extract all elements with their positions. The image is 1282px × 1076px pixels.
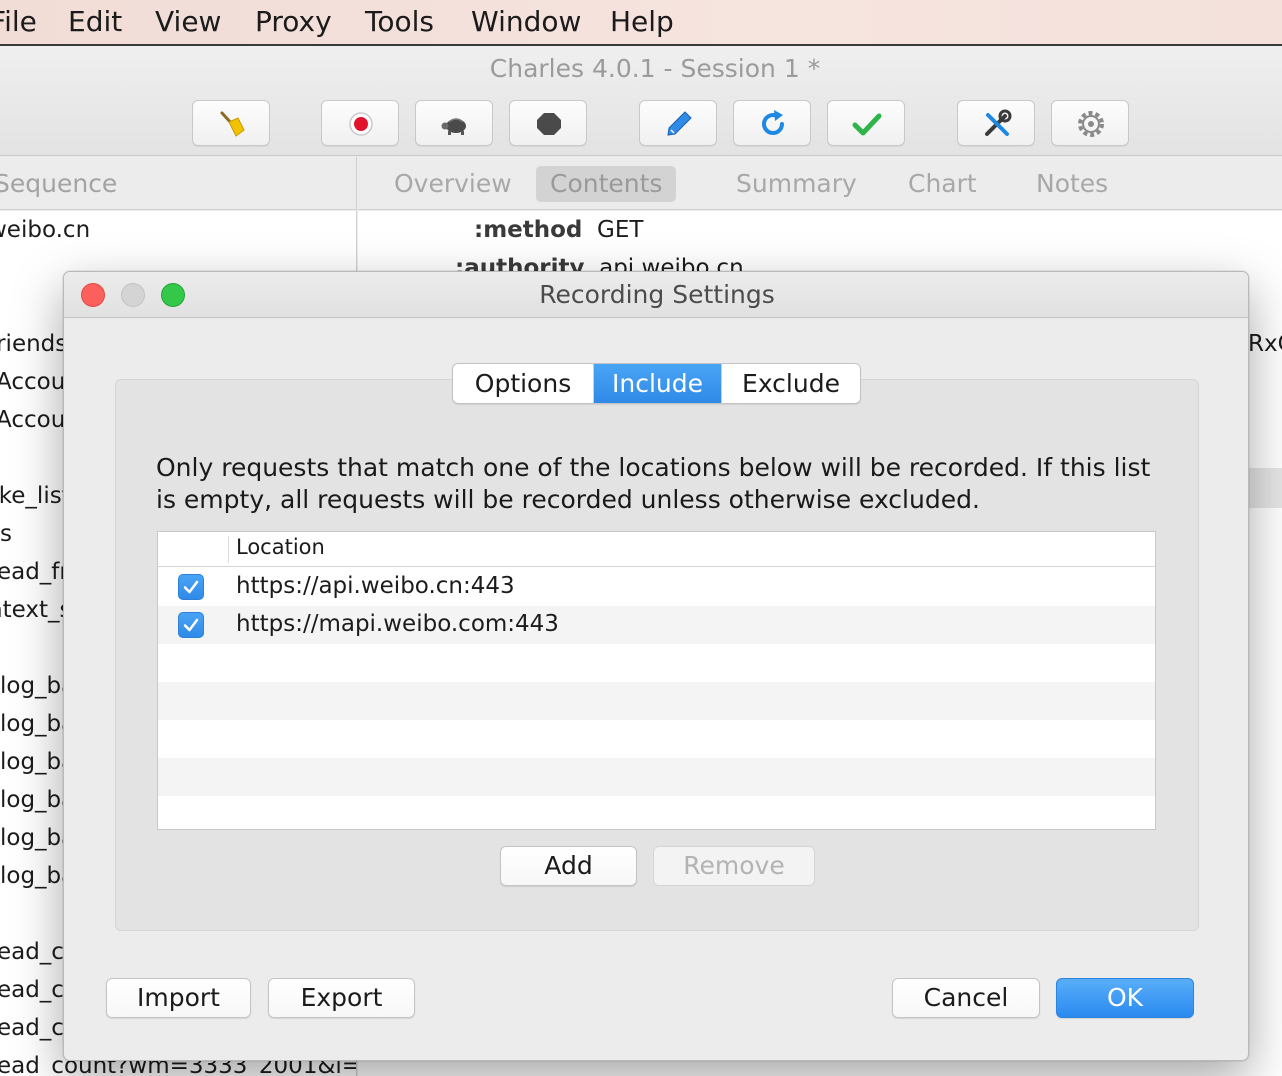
header-row: :method GET [474, 217, 643, 243]
export-button[interactable]: Export [268, 978, 415, 1018]
remove-button[interactable]: Remove [653, 846, 815, 886]
settings-tab-control: Options Include Exclude [452, 363, 861, 404]
locations-table[interactable]: Location https://api.weibo.cn:443 https:… [157, 531, 1156, 830]
tab-exclude[interactable]: Exclude [722, 364, 860, 403]
menu-proxy[interactable]: Proxy [255, 5, 332, 38]
column-divider [228, 536, 229, 563]
menu-help[interactable]: Help [610, 5, 674, 38]
clipped-right-text: RxC [1248, 331, 1282, 357]
list-item[interactable]: weibo.cn [0, 217, 90, 243]
settings-gear-icon [1078, 111, 1104, 137]
selected-row-highlight [1248, 468, 1282, 508]
validate-button[interactable] [827, 100, 905, 146]
dialog-title: Recording Settings [539, 280, 775, 309]
tools-button[interactable] [957, 100, 1035, 146]
checkmark-validate-icon [852, 113, 882, 136]
tab-chart[interactable]: Chart [894, 166, 991, 202]
tab-summary[interactable]: Summary [722, 166, 871, 202]
header-value: GET [597, 217, 644, 243]
breakpoints-button[interactable] [509, 100, 587, 146]
list-item[interactable]: s [0, 521, 12, 547]
settings-button[interactable] [1051, 100, 1129, 146]
menu-tools[interactable]: Tools [365, 5, 434, 38]
tab-overview[interactable]: Overview [380, 166, 526, 202]
enabled-checkbox[interactable] [178, 574, 204, 600]
table-row[interactable]: https://api.weibo.cn:443 [158, 568, 1155, 606]
turtle-throttle-icon [441, 118, 466, 135]
checkmark-icon [183, 618, 199, 632]
table-header: Location [158, 532, 1155, 567]
broom-icon [220, 111, 245, 137]
checkmark-icon [183, 580, 199, 594]
content-tabs-bar: Overview Contents Summary Chart Notes [358, 157, 1282, 210]
tab-options[interactable]: Options [453, 364, 594, 403]
empty-row [158, 682, 1155, 720]
refresh-icon [762, 110, 784, 135]
empty-row [158, 796, 1155, 829]
table-row[interactable]: https://mapi.weibo.com:443 [158, 606, 1155, 644]
recording-settings-dialog: Recording Settings Options Include Exclu… [63, 271, 1249, 1061]
sequence-tab-label[interactable]: Sequence [0, 169, 117, 198]
throttle-button[interactable] [415, 100, 493, 146]
empty-row [158, 758, 1155, 796]
enabled-checkbox[interactable] [178, 612, 204, 638]
main-window-toolbar: Charles 4.0.1 - Session 1 * [0, 46, 1282, 156]
record-icon [349, 112, 373, 136]
menu-window[interactable]: Window [471, 5, 581, 38]
add-button[interactable]: Add [500, 846, 637, 886]
list-item[interactable]: read_fr [0, 559, 69, 585]
include-description: Only requests that match one of the loca… [156, 453, 1151, 514]
ok-button[interactable]: OK [1056, 978, 1194, 1018]
sequence-header: Sequence [0, 157, 357, 210]
empty-row [158, 644, 1155, 682]
repeat-button[interactable] [733, 100, 811, 146]
tab-notes[interactable]: Notes [1022, 166, 1122, 202]
pen-compose-icon [667, 111, 692, 136]
header-key: :method [474, 217, 583, 243]
location-column-header[interactable]: Location [236, 535, 325, 559]
location-value: https://api.weibo.cn:443 [236, 573, 515, 599]
empty-row [158, 720, 1155, 758]
dialog-titlebar: Recording Settings [64, 272, 1248, 318]
clear-session-button[interactable] [192, 100, 270, 146]
menu-edit[interactable]: Edit [68, 5, 122, 38]
tools-icon [985, 109, 1012, 136]
import-button[interactable]: Import [106, 978, 251, 1018]
compose-button[interactable] [639, 100, 717, 146]
tab-include[interactable]: Include [594, 364, 722, 403]
menu-view[interactable]: View [155, 5, 221, 38]
location-value: https://mapi.weibo.com:443 [236, 611, 559, 637]
menu-file[interactable]: File [0, 5, 37, 38]
menu-bar: File Edit View Proxy Tools Window Help [0, 0, 1282, 46]
record-button[interactable] [321, 100, 399, 146]
window-title: Charles 4.0.1 - Session 1 * [489, 54, 821, 83]
cancel-button[interactable]: Cancel [892, 978, 1040, 1018]
stop-icon [537, 113, 561, 135]
tab-contents[interactable]: Contents [536, 166, 677, 202]
list-item[interactable]: ntext_s [0, 597, 71, 623]
